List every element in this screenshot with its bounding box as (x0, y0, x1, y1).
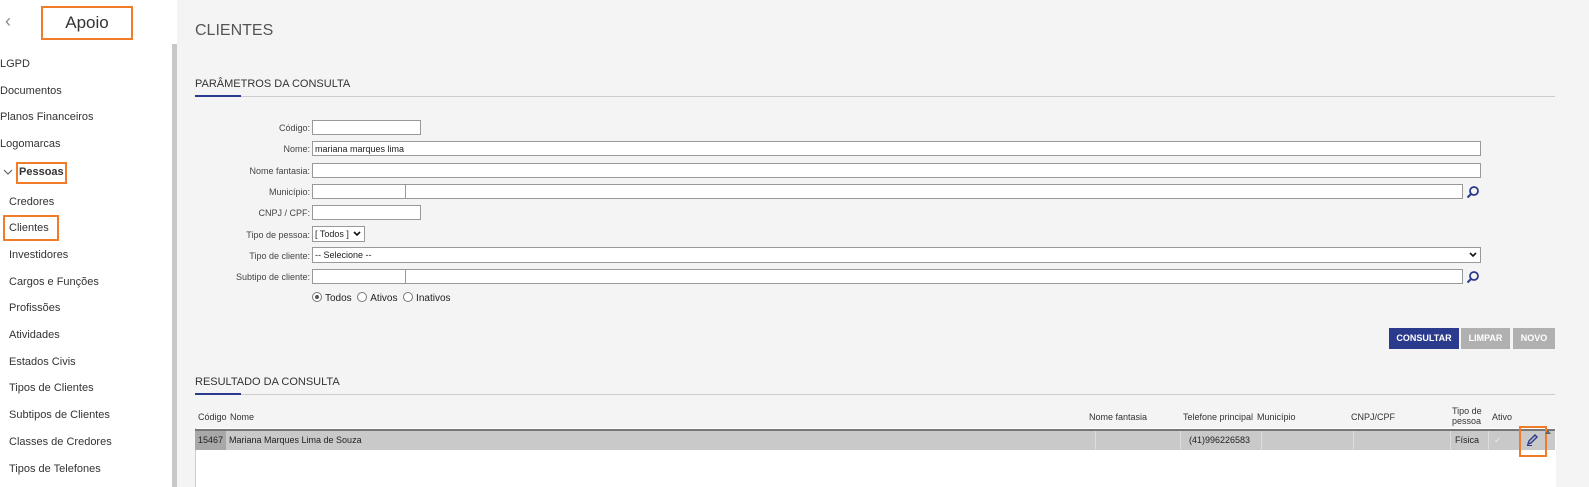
municipio-code-input[interactable] (312, 184, 406, 199)
col-municipio[interactable]: Município (1257, 412, 1296, 422)
cell-divider (1180, 431, 1181, 450)
subtipo-cliente-input[interactable] (405, 269, 1463, 284)
radio-inativos-label: Inativos (416, 293, 451, 304)
cell-codigo: 15467 (198, 435, 224, 445)
sidebar-scrollbar[interactable] (172, 44, 177, 487)
sidebar-item-tipos-telefones[interactable]: Tipos de Telefones (9, 463, 101, 475)
cell-divider (1095, 431, 1096, 450)
search-icon[interactable] (1466, 270, 1480, 284)
sidebar-item-cargos-funcoes[interactable]: Cargos e Funções (9, 276, 99, 288)
col-ativo[interactable]: Ativo (1492, 412, 1512, 422)
cell-divider (1488, 431, 1489, 450)
tipo-cliente-label: Tipo de cliente: (249, 251, 310, 261)
highlight-pessoas (16, 162, 67, 184)
results-accent (195, 393, 241, 395)
highlight-edit (1519, 426, 1547, 457)
sidebar-item-classes-credores[interactable]: Classes de Credores (9, 436, 112, 448)
nome-fantasia-input[interactable] (312, 163, 1481, 178)
params-accent (195, 95, 241, 97)
cell-divider (1450, 431, 1451, 450)
params-section-title: PARÂMETROS DA CONSULTA (195, 78, 351, 90)
sidebar-item-documentos[interactable]: Documentos (0, 85, 62, 97)
cell-tipo-pessoa: Física (1455, 435, 1480, 445)
nome-fantasia-label: Nome fantasia: (249, 166, 310, 176)
consultar-button[interactable]: CONSULTAR (1389, 328, 1459, 349)
limpar-button[interactable]: LIMPAR (1461, 328, 1510, 349)
results-section-title: RESULTADO DA CONSULTA (195, 376, 340, 388)
sidebar-item-atividades[interactable]: Atividades (9, 329, 60, 341)
sidebar-item-investidores[interactable]: Investidores (9, 249, 68, 261)
tipo-pessoa-label: Tipo de pessoa: (246, 230, 310, 240)
sidebar-item-tipos-clientes[interactable]: Tipos de Clientes (9, 382, 94, 394)
status-radio-group: Todos Ativos Inativos (312, 292, 451, 304)
cell-divider (1261, 431, 1262, 450)
radio-inativos[interactable] (403, 292, 414, 302)
chevron-down-icon (1469, 248, 1477, 266)
radio-todos[interactable] (312, 292, 322, 302)
municipio-input[interactable] (405, 184, 1463, 199)
tipo-pessoa-value: [ Todos ] (315, 229, 349, 239)
col-nome[interactable]: Nome (230, 412, 254, 422)
subtipo-cliente-code-input[interactable] (312, 269, 406, 284)
cnpj-label: CNPJ / CPF: (258, 208, 310, 218)
nome-input[interactable] (312, 141, 1481, 156)
radio-ativos[interactable] (357, 292, 368, 302)
tipo-cliente-value: -- Selecione -- (315, 250, 372, 260)
municipio-label: Município: (268, 187, 310, 197)
nome-label: Nome: (283, 144, 310, 154)
novo-button[interactable]: NOVO (1513, 328, 1555, 349)
sidebar-item-lgpd[interactable]: LGPD (0, 58, 30, 70)
scroll-up-icon[interactable] (1545, 430, 1551, 434)
col-tipo-pessoa[interactable]: Tipo de pessoa (1452, 406, 1488, 426)
col-nome-fantasia[interactable]: Nome fantasia (1089, 412, 1147, 422)
sidebar-item-logomarcas[interactable]: Logomarcas (0, 138, 61, 150)
radio-ativos-label: Ativos (370, 293, 398, 304)
sidebar-item-profissoes[interactable]: Profissões (9, 302, 60, 314)
cell-telefone: (41)996226583 (1189, 435, 1251, 445)
sidebar-item-subtipos-clientes[interactable]: Subtipos de Clientes (9, 409, 110, 421)
sidebar-item-estados-civis[interactable]: Estados Civis (9, 356, 76, 368)
search-icon[interactable] (1466, 185, 1480, 199)
cell-ativo: ✓ (1494, 435, 1502, 445)
sidebar-item-credores[interactable]: Credores (9, 196, 54, 208)
highlight-clientes (3, 215, 59, 241)
results-divider (195, 394, 1555, 395)
params-divider (195, 96, 1555, 97)
cnpj-input[interactable] (312, 205, 421, 220)
cell-divider (1353, 431, 1354, 450)
sidebar-item-planos-financeiros[interactable]: Planos Financeiros (0, 111, 94, 123)
tipo-pessoa-select[interactable]: [ Todos ] (312, 226, 365, 242)
col-telefone[interactable]: Telefone principal (1183, 412, 1253, 422)
tipo-cliente-select[interactable]: -- Selecione -- (312, 247, 1481, 263)
col-codigo[interactable]: Código (198, 412, 227, 422)
page-title: CLIENTES (195, 22, 274, 39)
codigo-input[interactable] (312, 120, 421, 135)
col-cnpj[interactable]: CNPJ/CPF (1351, 412, 1395, 422)
radio-todos-label: Todos (325, 293, 352, 304)
codigo-label: Código: (278, 123, 310, 133)
chevron-left-icon[interactable]: ‹ (5, 11, 11, 32)
chevron-down-icon (3, 165, 13, 182)
sidebar: ‹ Apoio LGPD Documentos Planos Financeir… (0, 0, 177, 487)
subtipo-cliente-label: Subtipo de cliente: (235, 272, 310, 282)
cell-nome: Mariana Marques Lima de Souza (229, 435, 362, 445)
sidebar-title: Apoio (41, 6, 133, 40)
chevron-down-icon (353, 227, 361, 245)
table-row[interactable]: 15467 Mariana Marques Lima de Souza (41)… (195, 429, 1555, 450)
